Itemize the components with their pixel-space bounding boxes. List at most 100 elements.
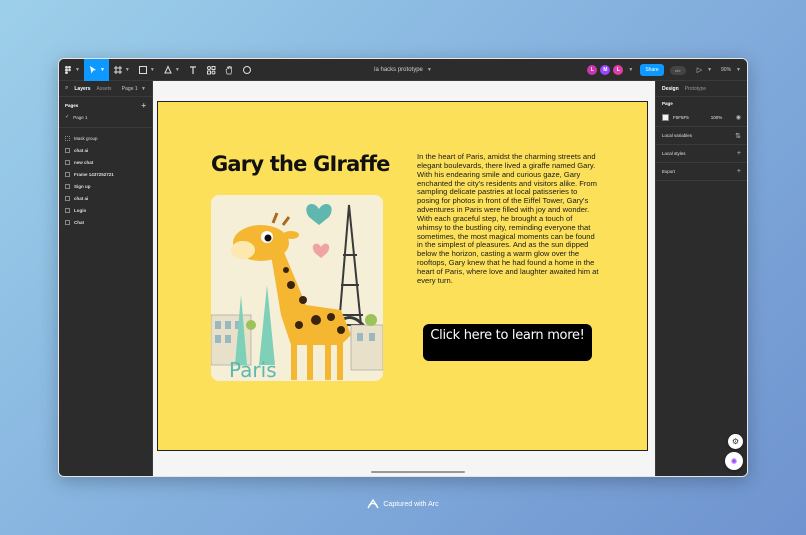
shape-tool-button[interactable]: ▼ <box>134 59 159 81</box>
figma-window: ▼ ▼ ▼ ▼ ▼ la hacks prototype ▼ L M L ▼ S… <box>58 58 748 477</box>
frame-icon <box>65 171 70 177</box>
mask-icon <box>65 135 70 141</box>
plugin-button[interactable]: ✺ <box>725 452 743 470</box>
layer-label: Mask group <box>74 135 98 141</box>
toolbar: ▼ ▼ ▼ ▼ ▼ la hacks prototype ▼ L M L ▼ S… <box>59 59 747 81</box>
chevron-down-icon: ▼ <box>124 66 130 73</box>
file-title[interactable]: la hacks prototype <box>374 67 423 73</box>
layer-item[interactable]: new chat <box>65 156 146 168</box>
play-icon[interactable]: ▷ <box>697 66 702 74</box>
layer-item[interactable]: Sign up <box>65 180 146 192</box>
hand-icon <box>225 65 232 74</box>
layer-item[interactable]: chat ai <box>65 144 146 156</box>
giraffe-illustration[interactable]: Paris <box>211 195 383 381</box>
captured-label: Captured with Arc <box>383 500 439 508</box>
frame-icon <box>65 207 70 213</box>
comment-tool-button[interactable] <box>238 59 256 81</box>
layer-item[interactable]: Frame 1437252721 <box>65 168 146 180</box>
frame-icon <box>65 159 70 165</box>
chevron-down-icon: ▼ <box>75 66 80 73</box>
avatar[interactable]: L <box>613 65 624 75</box>
figma-logo-icon <box>65 65 71 74</box>
layer-label: chat ai <box>74 195 89 201</box>
design-canvas[interactable]: Gary the GIraffe Paris In the heart of P… <box>153 81 655 476</box>
local-styles-row[interactable]: Local styles + <box>656 145 747 163</box>
frame-title[interactable]: Gary the GIraffe <box>211 152 390 176</box>
globe-icon: ✺ <box>730 456 738 466</box>
zoom-level[interactable]: 90% <box>721 67 731 73</box>
tab-prototype[interactable]: Prototype <box>685 86 706 92</box>
pages-header-label: Pages <box>65 102 79 108</box>
hand-tool-button[interactable] <box>220 59 238 81</box>
tab-layers[interactable]: Layers <box>74 86 90 92</box>
dev-mode-toggle[interactable]: </> <box>669 65 686 75</box>
layer-item[interactable]: Login <box>65 204 146 216</box>
page-section: Page F5F5F5 100% ◉ <box>656 97 747 127</box>
captured-footer: Captured with Arc <box>0 499 806 509</box>
assistant-button[interactable]: ⚙ <box>728 434 743 449</box>
chevron-down-icon: ▼ <box>141 85 146 92</box>
tab-assets[interactable]: Assets <box>97 86 112 92</box>
sliders-icon[interactable]: ⇅ <box>735 132 741 140</box>
resources-button[interactable] <box>202 59 220 81</box>
arc-logo-icon <box>367 499 379 509</box>
avatar[interactable]: L <box>587 65 598 75</box>
layer-label: Frame 1437252721 <box>74 171 114 177</box>
add-page-icon[interactable]: + <box>141 101 146 110</box>
chevron-down-icon: ▼ <box>149 66 155 73</box>
local-styles-label: Local styles <box>662 151 686 156</box>
export-row[interactable]: Export + <box>656 163 747 181</box>
local-variables-label: Local variables <box>662 133 693 138</box>
page-section-title: Page <box>662 101 673 106</box>
page-selector[interactable]: Page 1 ▼ <box>122 86 146 92</box>
chevron-down-icon[interactable]: ▼ <box>427 67 432 73</box>
layer-item[interactable]: chat ai <box>65 192 146 204</box>
frame-tool-button[interactable]: ▼ <box>109 59 134 81</box>
layer-item[interactable]: Mask group <box>65 132 146 144</box>
local-variables-row[interactable]: Local variables ⇅ <box>656 127 747 145</box>
story-text[interactable]: In the heart of Paris, amidst the charmi… <box>417 152 599 286</box>
add-style-icon[interactable]: + <box>737 150 741 157</box>
chevron-down-icon[interactable]: ▼ <box>628 67 633 73</box>
search-icon[interactable]: ⌕ <box>65 85 68 92</box>
page-frame[interactable]: Gary the GIraffe Paris In the heart of P… <box>157 101 648 451</box>
page-color-value[interactable]: F5F5F5 <box>673 115 689 120</box>
move-tool-button[interactable]: ▼ <box>83 59 109 81</box>
layer-label: Chat <box>74 219 84 225</box>
layer-label: chat ai <box>74 147 89 153</box>
page-color-swatch[interactable] <box>662 113 669 121</box>
page-opacity-value[interactable]: 100% <box>711 115 723 120</box>
text-tool-button[interactable] <box>184 59 202 81</box>
page-item[interactable]: ✓ Page 1 <box>65 111 146 123</box>
pen-icon <box>164 64 172 73</box>
check-icon: ✓ <box>65 114 70 120</box>
frame-icon <box>113 65 122 74</box>
eye-icon[interactable]: ◉ <box>736 114 741 121</box>
share-button[interactable]: Share <box>640 64 664 76</box>
resources-icon <box>206 65 216 74</box>
horizontal-scrollbar[interactable] <box>371 471 465 473</box>
main-menu-button[interactable]: ▼ <box>59 59 84 81</box>
sparkle-icon: ⚙ <box>731 437 740 446</box>
learn-more-button[interactable]: Click here to learn more! <box>423 324 592 361</box>
design-panel: Design Prototype Page F5F5F5 100% ◉ Loca… <box>655 81 747 476</box>
layer-item[interactable]: Chat <box>65 216 146 228</box>
pages-header: Pages + <box>65 99 146 111</box>
export-label: Export <box>662 169 676 174</box>
chevron-down-icon: ▼ <box>174 66 180 73</box>
comment-icon <box>242 65 251 74</box>
chevron-down-icon[interactable]: ▼ <box>736 67 741 73</box>
avatar[interactable]: M <box>600 65 611 75</box>
tab-design[interactable]: Design <box>662 86 679 92</box>
layers-panel: ⌕ Layers Assets Page 1 ▼ Pages + ✓ Page … <box>59 81 153 476</box>
layer-label: Login <box>74 207 87 213</box>
layer-label: Sign up <box>74 183 91 189</box>
chevron-down-icon[interactable]: ▼ <box>707 67 712 73</box>
giraffe-paris-image: Paris <box>211 195 383 381</box>
frame-icon <box>65 219 70 225</box>
page-selector-label: Page 1 <box>121 85 138 92</box>
layer-label: new chat <box>74 159 94 165</box>
pen-tool-button[interactable]: ▼ <box>159 59 184 81</box>
add-export-icon[interactable]: + <box>737 168 741 175</box>
frame-icon <box>65 195 70 201</box>
